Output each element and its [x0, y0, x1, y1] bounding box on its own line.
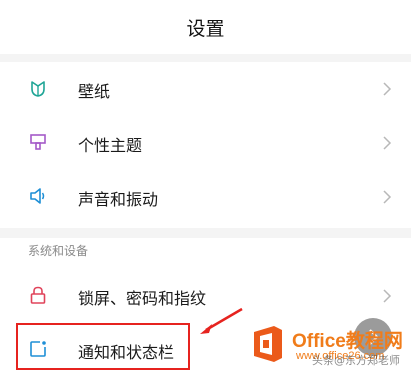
sound-icon — [30, 188, 45, 204]
annotation-arrow — [200, 307, 243, 334]
section-header: 系统和设备 — [28, 244, 89, 258]
settings-item-wallpaper[interactable]: 壁纸 — [0, 62, 411, 116]
lock-icon — [30, 286, 46, 304]
settings-item-label: 个性主题 — [78, 136, 143, 155]
chevron-right-icon — [383, 82, 392, 96]
office-logo-icon — [254, 326, 282, 362]
section-divider — [0, 54, 411, 62]
settings-item-label: 壁纸 — [78, 82, 111, 101]
chevron-right-icon — [383, 136, 392, 150]
page-title: 设置 — [186, 18, 225, 40]
settings-item-label: 锁屏、密码和指纹 — [78, 289, 207, 308]
settings-item-sound[interactable]: 声音和振动 — [0, 170, 411, 224]
watermark-author: 头条@东方郑老师 — [312, 354, 400, 367]
settings-item-theme[interactable]: 个性主题 — [0, 116, 411, 170]
watermark-brand: Office教程网 — [292, 331, 403, 352]
chevron-right-icon — [383, 190, 392, 204]
title-bar: 设置 — [0, 0, 411, 54]
settings-item-label: 声音和振动 — [78, 190, 159, 209]
theme-icon — [30, 134, 46, 150]
chevron-right-icon — [383, 289, 392, 303]
wallpaper-icon — [31, 81, 45, 97]
section-divider — [0, 228, 411, 238]
highlight-box — [16, 323, 190, 370]
